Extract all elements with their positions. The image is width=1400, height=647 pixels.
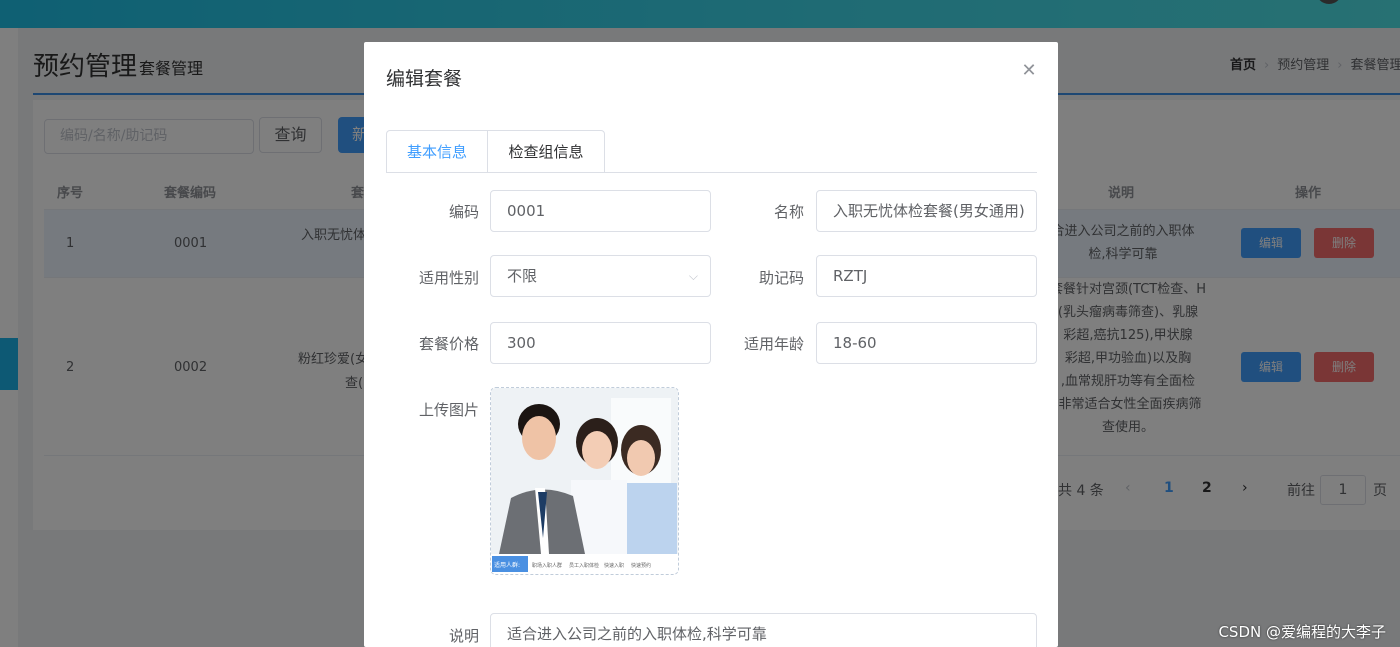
name-label: 名称 (773, 203, 804, 221)
strip-item: 职场入职人群 (532, 562, 562, 569)
age-field[interactable]: 18-60 (816, 322, 1037, 364)
strip-label: 适用人群: (494, 561, 520, 569)
tab-check-groups[interactable]: 检查组信息 (487, 130, 605, 173)
dialog-title: 编辑套餐 (386, 68, 463, 90)
strip-item: 快速入职 (604, 562, 624, 569)
name-field[interactable]: 入职无忧体检套餐(男女通用) (816, 190, 1037, 232)
edit-package-dialog: 编辑套餐 ✕ 基本信息 检查组信息 编码 0001 名称 入职无忧体检套餐(男女… (364, 42, 1058, 647)
code-label: 编码 (448, 203, 479, 221)
age-label: 适用年龄 (743, 335, 804, 353)
image-upload[interactable]: 适用人群: 职场入职人群 员工入职体检 快速入职 快速预约 (490, 387, 679, 575)
sex-select[interactable]: 不限 ⌵ (490, 255, 711, 297)
strip-item: 员工入职体检 (569, 562, 599, 569)
sex-select-value: 不限 (507, 267, 538, 285)
remark-textarea[interactable]: 适合进入公司之前的入职体检,科学可靠 (490, 613, 1037, 647)
tabs-divider (386, 172, 1037, 173)
watermark: CSDN @爱编程的大李子 (1218, 623, 1386, 641)
chevron-down-icon: ⌵ (688, 269, 698, 283)
tab-basic-info[interactable]: 基本信息 (386, 130, 488, 173)
package-image: 适用人群: 职场入职人群 员工入职体检 快速入职 快速预约 (491, 388, 678, 574)
close-icon[interactable]: ✕ (1020, 62, 1038, 80)
price-label: 套餐价格 (418, 335, 479, 353)
sex-label: 适用性别 (418, 269, 479, 287)
upload-label: 上传图片 (418, 401, 479, 419)
remark-label: 说明 (448, 627, 479, 645)
helpcode-label: 助记码 (758, 269, 804, 287)
price-field[interactable]: 300 (490, 322, 711, 364)
strip-item: 快速预约 (631, 562, 651, 569)
code-field[interactable]: 0001 (490, 190, 711, 232)
helpcode-field[interactable]: RZTJ (816, 255, 1037, 297)
